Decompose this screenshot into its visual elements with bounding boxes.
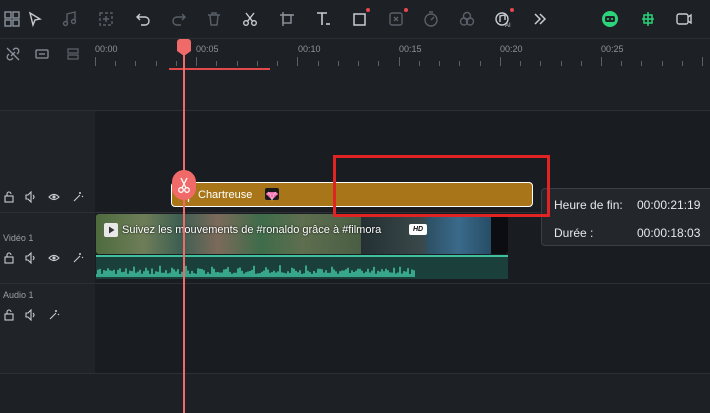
ruler-tick-label: 00:20: [500, 44, 523, 54]
notification-dot: [366, 8, 370, 12]
eye-icon[interactable]: [48, 251, 60, 263]
speed-icon[interactable]: [419, 7, 443, 31]
auto-enhance-icon[interactable]: [72, 190, 84, 202]
notification-dot: [404, 8, 408, 12]
playhead[interactable]: [183, 47, 185, 413]
highlight-box: [333, 155, 550, 217]
snap-icon[interactable]: [636, 7, 660, 31]
volume-icon[interactable]: [25, 190, 37, 204]
ai-mate-icon[interactable]: [598, 7, 622, 31]
ruler-tick: [480, 61, 481, 66]
transform-icon[interactable]: [275, 7, 299, 31]
ruler-tick: [399, 57, 400, 66]
eye-icon[interactable]: [48, 190, 60, 202]
ruler-tick: [257, 61, 258, 66]
ruler-tick-label: 00:00: [95, 44, 118, 54]
ruler-tick-label: 00:05: [196, 44, 219, 54]
ruler-tick: [459, 61, 460, 66]
ruler-tick: [237, 61, 238, 66]
audio-track-label: Audio 1: [3, 290, 34, 300]
ruler-tick: [520, 61, 521, 66]
ruler-tick: [682, 61, 683, 66]
link-icon[interactable]: [6, 47, 20, 61]
ruler-tick: [378, 61, 379, 66]
end-time-label: Heure de fin:: [554, 198, 623, 212]
ruler-tick: [338, 61, 339, 66]
ruler-tick: [358, 61, 359, 66]
waveform-graphic: [96, 265, 415, 277]
lock-icon[interactable]: [3, 251, 15, 264]
ruler-tick: [216, 61, 217, 66]
audio-waveform[interactable]: [96, 255, 508, 279]
auto-enhance-icon[interactable]: [48, 308, 60, 320]
ruler-tick: [156, 61, 157, 66]
track-manager-icon[interactable]: [66, 47, 80, 61]
audio-icon[interactable]: [58, 7, 82, 31]
ruler-tick: [419, 61, 420, 66]
ruler-tick-label: 00:10: [298, 44, 321, 54]
ruler-tick: [135, 61, 136, 66]
split-scissors-icon[interactable]: [172, 170, 196, 200]
ruler-tick: [641, 61, 642, 66]
play-icon: [104, 223, 118, 237]
undo-icon[interactable]: [131, 7, 155, 31]
timeline-toolbar: AI: [0, 0, 710, 39]
video-track-label: Vidéo 1: [3, 233, 34, 243]
volume-icon[interactable]: [25, 308, 37, 322]
video-thumbnail: [491, 214, 508, 254]
ruler-tick: [176, 61, 177, 66]
row-divider: [0, 283, 710, 284]
video-thumbnail: [426, 214, 491, 254]
clip-info-tooltip: Heure de fin: 00:00:21:19 Durée : 00:00:…: [541, 188, 710, 246]
ruler-tick: [540, 61, 541, 66]
text-clip-label: Chartreuse: [198, 189, 253, 201]
timeline-tools: [0, 39, 95, 71]
crop-icon[interactable]: [94, 7, 118, 31]
ruler-tick: [318, 61, 319, 66]
ruler-tick: [277, 61, 278, 66]
row-divider: [0, 110, 710, 111]
ruler-tick: [581, 61, 582, 66]
ruler-tick-label: 00:15: [399, 44, 422, 54]
color-icon[interactable]: [455, 7, 479, 31]
ruler-tick: [196, 57, 197, 66]
video-clip-title: Suivez les mouvements de #ronaldo grâce …: [122, 224, 382, 236]
redo-icon[interactable]: [167, 7, 191, 31]
ruler-tick: [500, 57, 501, 66]
volume-icon[interactable]: [25, 251, 37, 265]
ruler-tick: [702, 57, 703, 66]
waveform-bars: [96, 265, 415, 277]
ruler-tick: [601, 57, 602, 66]
duration-label: Durée :: [554, 226, 594, 240]
text-icon[interactable]: [311, 7, 335, 31]
auto-enhance-icon[interactable]: [72, 251, 84, 263]
premium-gem-icon: [265, 188, 279, 201]
ruler-tick-label: 00:25: [601, 44, 624, 54]
notification-dot: [510, 8, 514, 12]
lock-icon[interactable]: [3, 190, 15, 203]
row-divider: [0, 373, 710, 374]
delete-icon[interactable]: [202, 7, 226, 31]
ruler-tick: [561, 61, 562, 66]
duration-value: 00:00:18:03: [637, 226, 701, 240]
video-clip[interactable]: Suivez les mouvements de #ronaldo grâce …: [96, 214, 508, 254]
ruler-tick: [621, 61, 622, 66]
group-icon[interactable]: [35, 47, 49, 61]
lock-icon[interactable]: [3, 308, 15, 321]
hd-badge: HD: [409, 224, 427, 235]
scissors-icon[interactable]: [238, 7, 262, 31]
ruler-tick: [662, 61, 663, 66]
end-time-value: 00:00:21:19: [637, 198, 701, 212]
ruler-tick: [439, 61, 440, 66]
playhead-tip: [177, 51, 191, 56]
record-icon[interactable]: [672, 7, 696, 31]
ruler-tick: [95, 57, 96, 66]
layout-grid-icon[interactable]: [0, 7, 24, 31]
svg-text:AI: AI: [505, 23, 511, 28]
playhead-handle[interactable]: [177, 39, 191, 51]
more-icon[interactable]: [528, 7, 552, 31]
ruler-tick: [115, 61, 116, 66]
ruler-tick: [297, 57, 298, 66]
select-arrow-icon[interactable]: [23, 7, 47, 31]
